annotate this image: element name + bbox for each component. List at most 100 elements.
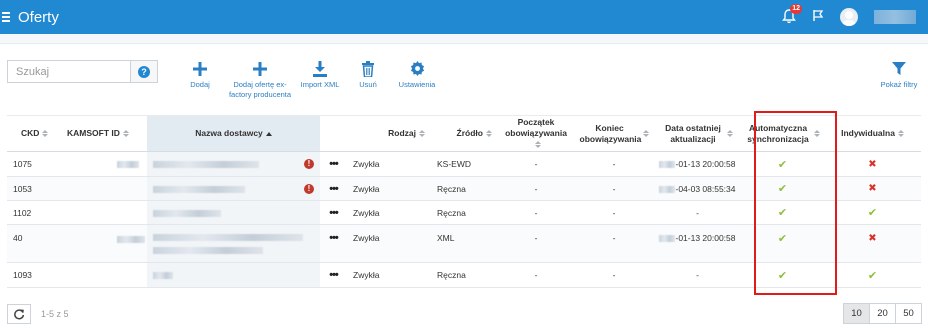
trash-icon — [354, 60, 382, 77]
flag-icon[interactable] — [812, 9, 824, 25]
cell-auto-sync: ✔ — [741, 176, 824, 201]
search-help-button[interactable]: ? — [130, 61, 157, 82]
row-more-button[interactable]: ••• — [320, 176, 347, 201]
column-header-valid-to[interactable]: Koniec obowiązywania — [574, 115, 654, 152]
cell-source: Ręczna — [431, 262, 498, 288]
refresh-button[interactable] — [7, 304, 31, 324]
cell-valid-from: - — [498, 262, 574, 288]
cell-source: Ręczna — [431, 176, 498, 201]
menu-icon[interactable] — [2, 12, 10, 22]
cross-icon: ✖ — [868, 233, 877, 244]
cell-kamsoft-id-redacted — [59, 176, 147, 201]
column-header-individual[interactable]: Indywidualna — [824, 115, 921, 152]
warning-icon: ! — [304, 183, 314, 194]
cell-supplier-name-redacted — [147, 200, 320, 225]
show-filters-button[interactable]: Pokaż filtry — [876, 60, 922, 90]
cell-kamsoft-id-redacted — [59, 224, 147, 263]
plus-icon — [228, 60, 292, 77]
cell-kamsoft-id-redacted — [59, 262, 147, 288]
cell-individual: ✖ — [824, 176, 921, 201]
cell-type: Zwykła — [347, 224, 431, 263]
table-row[interactable]: 40 ••• Zwykła XML - - -01-13 20:00:58 ✔ … — [7, 224, 921, 263]
search-input[interactable] — [8, 61, 130, 82]
table-row[interactable]: 1093 ••• Zwykła Ręczna - - - ✔ ✔ — [7, 262, 921, 288]
cell-ckd: 1075 — [7, 151, 59, 177]
add-factory-offer-label: Dodaj ofertę ex-factory producenta — [228, 80, 292, 99]
settings-button[interactable]: Ustawienia — [396, 60, 438, 90]
cell-ckd: 40 — [7, 224, 59, 263]
cell-auto-sync: ✔ — [741, 200, 824, 225]
cell-ckd: 1053 — [7, 176, 59, 201]
add-factory-offer-button[interactable]: Dodaj ofertę ex-factory producenta — [228, 60, 292, 100]
download-icon — [298, 60, 342, 77]
settings-label: Ustawienia — [398, 80, 436, 89]
add-button[interactable]: Dodaj — [184, 60, 216, 90]
table-row[interactable]: 1053 ! ••• Zwykła Ręczna - - -04-03 08:5… — [7, 176, 921, 201]
cell-type: Zwykła — [347, 262, 431, 288]
row-more-button[interactable]: ••• — [320, 200, 347, 225]
check-icon: ✔ — [777, 233, 788, 245]
cell-last-update: - — [654, 200, 741, 225]
column-header-ckd[interactable]: CKD — [7, 115, 59, 152]
delete-label: Usuń — [359, 80, 377, 89]
delete-button[interactable]: Usuń — [354, 60, 382, 90]
filter-icon — [876, 60, 922, 77]
sort-icon — [814, 130, 820, 137]
column-header-kamsoft-id[interactable]: KAMSOFT ID — [59, 115, 147, 152]
cell-ckd: 1102 — [7, 200, 59, 225]
top-bar: Oferty 12 — [0, 0, 928, 34]
column-header-auto-sync[interactable]: Automatyczna synchronizacja — [741, 115, 824, 152]
cell-type: Zwykła — [347, 176, 431, 201]
column-header-valid-from[interactable]: Początek obowiązywania — [498, 115, 574, 152]
table-header-row: CKD KAMSOFT ID Nazwa dostawcy Rodzaj Źró… — [7, 115, 921, 152]
cell-auto-sync: ✔ — [741, 224, 824, 263]
cell-ckd: 1093 — [7, 262, 59, 288]
cell-auto-sync: ✔ — [741, 151, 824, 177]
gear-icon — [396, 60, 438, 77]
cell-valid-to: - — [574, 176, 654, 201]
add-label: Dodaj — [190, 80, 210, 89]
notifications-icon[interactable]: 12 — [782, 4, 802, 25]
page-size-option[interactable]: 50 — [895, 303, 922, 324]
cell-kamsoft-id-redacted — [59, 200, 147, 225]
row-more-button[interactable]: ••• — [320, 151, 347, 177]
cell-source: Ręczna — [431, 200, 498, 225]
cell-valid-from: - — [498, 200, 574, 225]
cross-icon: ✖ — [868, 158, 877, 170]
page-size-option[interactable]: 20 — [869, 303, 896, 324]
cell-source: KS-EWD — [431, 151, 498, 177]
user-name-redacted[interactable] — [874, 10, 916, 24]
sort-asc-icon — [265, 131, 272, 136]
import-xml-button[interactable]: Import XML — [298, 60, 342, 90]
cell-last-update: -01-13 20:00:58 — [654, 151, 741, 177]
cell-individual: ✖ — [824, 224, 921, 263]
column-header-last-update[interactable]: Data ostatniej aktualizacji — [654, 115, 741, 152]
table-row[interactable]: 1075 ! ••• Zwykła KS-EWD - - -01-13 20:0… — [7, 151, 921, 177]
search-box: ? — [7, 60, 158, 83]
cell-supplier-name-redacted — [147, 224, 320, 263]
check-icon: ✔ — [777, 158, 788, 171]
page-size-option[interactable]: 10 — [843, 303, 870, 324]
row-more-button[interactable]: ••• — [320, 224, 347, 263]
row-more-button[interactable]: ••• — [320, 262, 347, 288]
column-header-source[interactable]: Źródło — [431, 115, 498, 152]
sort-icon — [122, 130, 129, 138]
cell-supplier-name-redacted: ! — [147, 176, 320, 201]
import-xml-label: Import XML — [300, 80, 340, 89]
cell-valid-to: - — [574, 262, 654, 288]
cell-type: Zwykła — [347, 200, 431, 225]
plus-icon — [184, 60, 216, 77]
show-filters-label: Pokaż filtry — [880, 80, 918, 89]
avatar[interactable] — [840, 8, 858, 26]
column-header-type[interactable]: Rodzaj — [347, 115, 431, 152]
column-header-supplier-name[interactable]: Nazwa dostawcy — [147, 115, 320, 152]
offers-table: CKD KAMSOFT ID Nazwa dostawcy Rodzaj Źró… — [7, 115, 921, 288]
table-row[interactable]: 1102 ••• Zwykła Ręczna - - - ✔ ✔ — [7, 200, 921, 225]
cell-valid-from: - — [498, 151, 574, 177]
cell-individual: ✔ — [824, 200, 921, 225]
sort-icon — [419, 130, 425, 138]
sort-icon — [727, 130, 733, 137]
cell-last-update: -04-03 08:55:34 — [654, 176, 741, 201]
check-icon: ✔ — [777, 269, 788, 282]
sort-icon — [486, 130, 492, 138]
